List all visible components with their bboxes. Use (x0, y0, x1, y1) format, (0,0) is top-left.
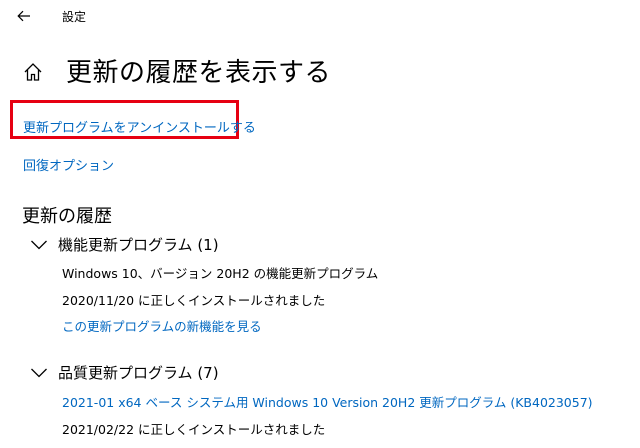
quality-update-link[interactable]: 2021-01 x64 ベース システム用 Windows 10 Version… (62, 392, 593, 411)
quality-update-status: 2021/02/22 に正しくインストールされました (62, 422, 326, 437)
recovery-options-link[interactable]: 回復オプション (23, 155, 114, 174)
feature-update-name: Windows 10、バージョン 20H2 の機能更新プログラム (62, 266, 379, 281)
feature-update-status: 2020/11/20 に正しくインストールされました (62, 293, 326, 308)
home-icon[interactable] (22, 61, 44, 83)
quality-updates-group-title: 品質更新プログラム (7) (58, 364, 219, 382)
chevron-down-icon (31, 368, 47, 377)
back-button[interactable] (12, 4, 36, 28)
feature-updates-group-title: 機能更新プログラム (1) (58, 236, 219, 254)
uninstall-updates-link[interactable]: 更新プログラムをアンインストールする (23, 117, 256, 136)
quality-updates-group-header[interactable]: 品質更新プログラム (7) (30, 362, 219, 383)
whats-new-link[interactable]: この更新プログラムの新機能を見る (62, 316, 262, 335)
back-arrow-icon (17, 10, 30, 22)
page-title: 更新の履歴を表示する (66, 58, 332, 88)
update-history-heading: 更新の履歴 (22, 206, 112, 227)
feature-updates-group-header[interactable]: 機能更新プログラム (1) (30, 234, 219, 255)
chevron-down-icon (31, 240, 47, 249)
window-title: 設定 (62, 10, 87, 24)
